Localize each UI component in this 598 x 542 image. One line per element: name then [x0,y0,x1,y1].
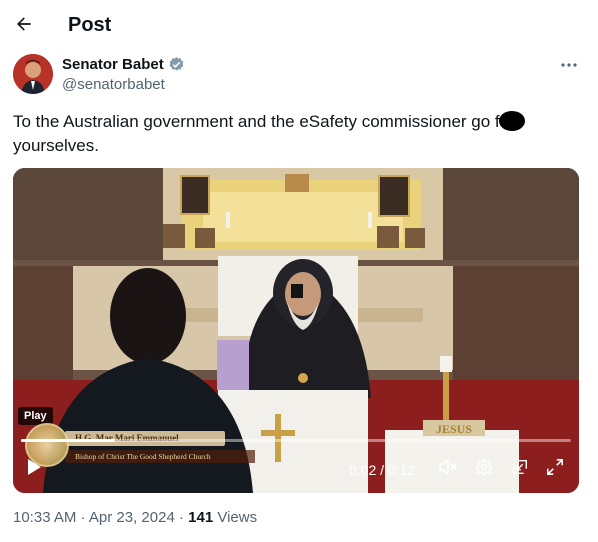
more-options-button[interactable] [558,56,580,74]
author-handle[interactable]: @senatorbabet [62,76,165,93]
elapsed-time: 0:02 [349,462,377,478]
video-progress-fill [21,439,115,442]
picture-in-picture-icon [512,459,528,475]
video-progress-bar[interactable] [21,439,571,442]
post-date[interactable]: Apr 23, 2024 [89,509,175,526]
speaker-muted-icon [439,459,457,475]
redaction-blot [498,111,525,131]
back-button[interactable] [12,12,36,36]
page-title: Post [68,14,112,36]
settings-button[interactable] [473,456,495,478]
tweet-text: To the Australian government and the eSa… [13,110,573,158]
views-label: Views [213,509,258,526]
more-dots-icon [561,63,577,67]
play-button[interactable] [24,456,44,478]
tweet-text-line2: yourselves. [13,136,99,155]
views-count: 141 [188,509,214,526]
post-meta: 10:33 AM · Apr 23, 2024 · 141 Views [13,509,257,526]
fullscreen-button[interactable] [544,456,566,478]
time-separator: / [376,462,388,478]
author-name[interactable]: Senator Babet [62,56,185,73]
meta-separator: · [76,509,89,526]
duration-time: 0:12 [387,462,416,478]
picture-in-picture-button[interactable] [509,456,531,478]
arrow-left-icon [17,17,31,31]
author-name-text[interactable]: Senator Babet [62,56,164,73]
mute-button[interactable] [437,456,459,478]
gear-icon [475,458,493,476]
lower-third-subtitle: Bishop of Christ The Good Shepherd Churc… [65,450,255,463]
video-time: 0:02 / 0:12 [349,462,415,478]
altar-text: JESUS [436,422,472,436]
play-icon [28,459,41,475]
lower-third-caption: H.G. Mar Mari Emmanuel Bishop of Christ … [25,423,255,471]
verified-badge-icon[interactable] [168,56,185,73]
tweet-text-line1: To the Australian government and the eSa… [13,112,500,131]
avatar[interactable] [13,54,53,94]
meta-separator: · [174,509,189,526]
fullscreen-expand-icon [547,459,563,475]
top-bar: Post [0,0,598,53]
post-time[interactable]: 10:33 AM [13,509,76,526]
video-player[interactable]: JESUS Play H.G. Mar Mari Emmanuel Bishop… [13,168,579,493]
